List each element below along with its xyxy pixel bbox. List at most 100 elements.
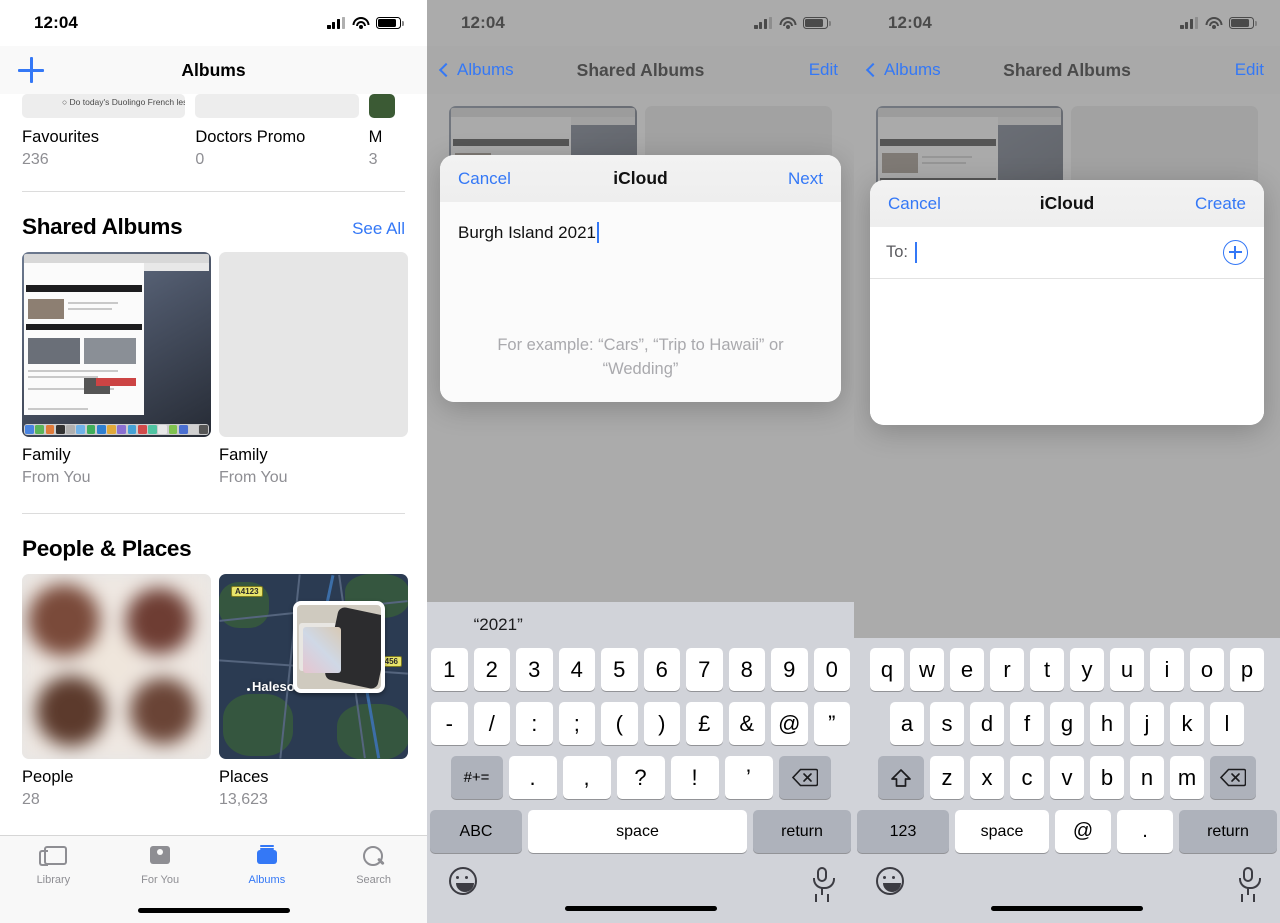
key-quote[interactable]: ”: [813, 702, 850, 745]
key-t[interactable]: t: [1030, 648, 1064, 691]
key-period[interactable]: .: [508, 756, 557, 799]
album-name-input[interactable]: Burgh Island 2021: [440, 202, 841, 243]
key-comma[interactable]: ,: [562, 756, 611, 799]
microphone-icon[interactable]: [812, 867, 835, 897]
key-7[interactable]: 7: [686, 648, 723, 691]
shared-album-card[interactable]: Family From You: [22, 252, 211, 487]
key-symbols-toggle[interactable]: #+=: [450, 756, 503, 799]
plus-circle-icon[interactable]: [1223, 240, 1248, 265]
key-y[interactable]: y: [1070, 648, 1104, 691]
key-3[interactable]: 3: [516, 648, 553, 691]
key-o[interactable]: o: [1190, 648, 1224, 691]
key-9[interactable]: 9: [771, 648, 808, 691]
key-e[interactable]: e: [950, 648, 984, 691]
create-button[interactable]: Create: [1195, 194, 1246, 214]
key-colon[interactable]: :: [516, 702, 553, 745]
key-i[interactable]: i: [1150, 648, 1184, 691]
key-period[interactable]: .: [1117, 810, 1173, 853]
key-space[interactable]: space: [955, 810, 1049, 853]
edit-button[interactable]: Edit: [1235, 60, 1280, 80]
key-l[interactable]: l: [1210, 702, 1244, 745]
key-4[interactable]: 4: [558, 648, 595, 691]
tab-albums[interactable]: Albums: [214, 844, 321, 886]
back-button[interactable]: Albums: [854, 60, 941, 80]
cancel-button[interactable]: Cancel: [458, 169, 511, 189]
cancel-button[interactable]: Cancel: [888, 194, 941, 214]
key-at[interactable]: @: [1055, 810, 1111, 853]
key-n[interactable]: n: [1130, 756, 1164, 799]
delete-icon[interactable]: [778, 756, 831, 799]
shift-glyph: [891, 768, 911, 787]
key-j[interactable]: j: [1130, 702, 1164, 745]
key-space[interactable]: space: [528, 810, 747, 853]
key-return[interactable]: return: [753, 810, 851, 853]
key-return[interactable]: return: [1179, 810, 1277, 853]
key-w[interactable]: w: [910, 648, 944, 691]
key-c[interactable]: c: [1010, 756, 1044, 799]
key-hyphen[interactable]: -: [431, 702, 468, 745]
key-0[interactable]: 0: [813, 648, 850, 691]
key-a[interactable]: a: [890, 702, 924, 745]
key-v[interactable]: v: [1050, 756, 1084, 799]
text-caret: [915, 242, 918, 263]
key-1[interactable]: 1: [431, 648, 468, 691]
key-5[interactable]: 5: [601, 648, 638, 691]
key-u[interactable]: u: [1110, 648, 1144, 691]
key-k[interactable]: k: [1170, 702, 1204, 745]
key-2[interactable]: 2: [473, 648, 510, 691]
key-8[interactable]: 8: [728, 648, 765, 691]
key-apostrophe[interactable]: ’: [724, 756, 773, 799]
back-button[interactable]: Albums: [427, 60, 514, 80]
key-paren-open[interactable]: (: [601, 702, 638, 745]
key-ampersand[interactable]: &: [728, 702, 765, 745]
key-d[interactable]: d: [970, 702, 1004, 745]
key-exclaim[interactable]: !: [670, 756, 719, 799]
shift-icon[interactable]: [878, 756, 924, 799]
recipients-row[interactable]: To:: [870, 227, 1264, 279]
key-q[interactable]: q: [870, 648, 904, 691]
key-p[interactable]: p: [1230, 648, 1264, 691]
see-all-link[interactable]: See All: [352, 219, 405, 239]
key-question[interactable]: ?: [616, 756, 665, 799]
key-slash[interactable]: /: [473, 702, 510, 745]
delete-icon[interactable]: [1210, 756, 1256, 799]
next-button[interactable]: Next: [788, 169, 823, 189]
microphone-icon[interactable]: [1238, 867, 1261, 897]
album-card-favourites[interactable]: Do today's Duolingo French lesson Favour…: [22, 94, 186, 169]
tab-bar: Library For You Albums Search: [0, 835, 427, 923]
emoji-icon[interactable]: [449, 867, 477, 895]
key-semicolon[interactable]: ;: [558, 702, 595, 745]
key-s[interactable]: s: [930, 702, 964, 745]
album-card-partial[interactable]: M 3: [368, 94, 395, 169]
albums-scroll-area[interactable]: Do today's Duolingo French lesson Favour…: [0, 94, 427, 809]
emoji-icon[interactable]: [876, 867, 904, 895]
suggestion-item[interactable]: “2021”: [427, 615, 569, 635]
dock: [24, 424, 209, 435]
key-f[interactable]: f: [1010, 702, 1044, 745]
key-numbers[interactable]: 123: [857, 810, 949, 853]
key-6[interactable]: 6: [643, 648, 680, 691]
key-z[interactable]: z: [930, 756, 964, 799]
key-g[interactable]: g: [1050, 702, 1084, 745]
shared-album-card[interactable]: Family From You: [219, 252, 408, 487]
key-b[interactable]: b: [1090, 756, 1124, 799]
edit-button[interactable]: Edit: [809, 60, 854, 80]
status-bar: 12:04: [0, 0, 427, 46]
key-abc[interactable]: ABC: [430, 810, 522, 853]
key-h[interactable]: h: [1090, 702, 1124, 745]
key-paren-close[interactable]: ): [643, 702, 680, 745]
plus-icon[interactable]: [18, 57, 44, 83]
key-x[interactable]: x: [970, 756, 1004, 799]
album-card-doctors-promo[interactable]: Doctors Promo 0: [195, 94, 359, 169]
places-card[interactable]: A4123 A456 Halesowen Places 13,623: [219, 574, 408, 809]
tab-search[interactable]: Search: [320, 844, 427, 886]
people-card[interactable]: People 28: [22, 574, 211, 809]
keyboard-footer: [427, 861, 854, 923]
key-at[interactable]: @: [771, 702, 808, 745]
invite-people-dialog: Cancel iCloud Create To:: [870, 180, 1264, 425]
tab-library[interactable]: Library: [0, 844, 107, 886]
tab-for-you[interactable]: For You: [107, 844, 214, 886]
key-m[interactable]: m: [1170, 756, 1204, 799]
key-pound[interactable]: £: [686, 702, 723, 745]
key-r[interactable]: r: [990, 648, 1024, 691]
